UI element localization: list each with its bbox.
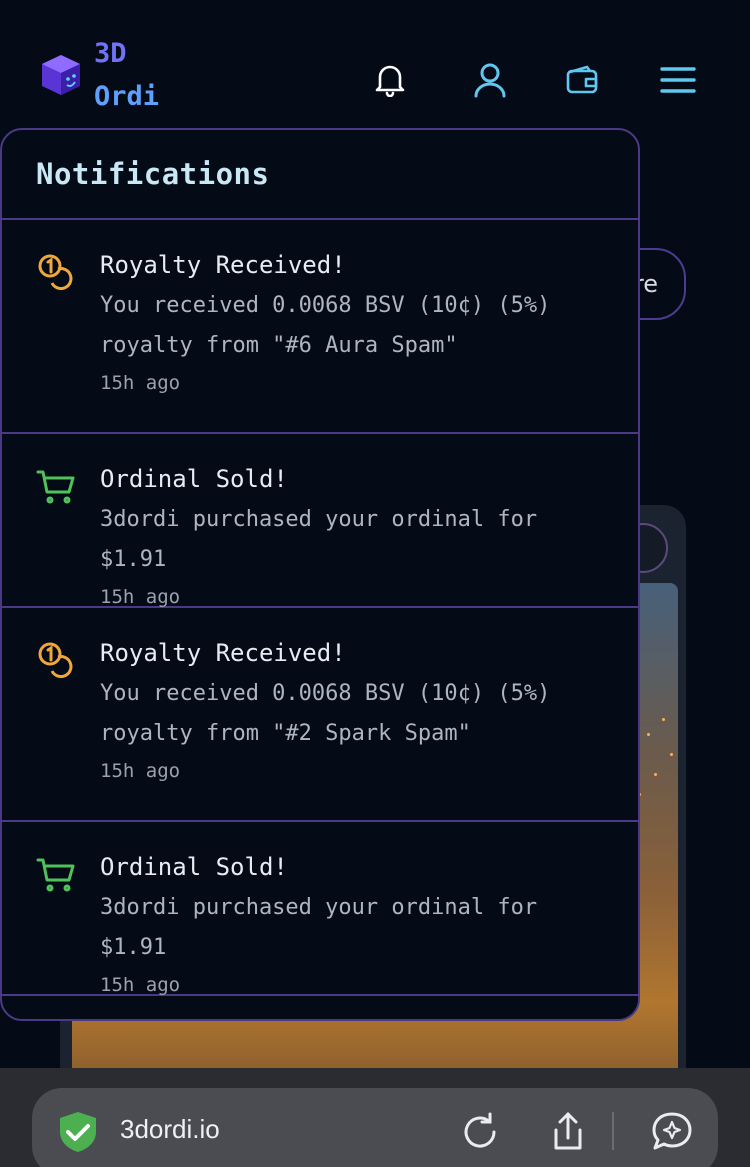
- toolbar-divider: [612, 1112, 614, 1150]
- logo-line2: Ordi: [94, 81, 160, 112]
- notification-body: 3dordi purchased your ordinal for $1.91: [100, 507, 538, 572]
- notification-time: 15h ago: [100, 586, 181, 608]
- share-icon[interactable]: [546, 1110, 590, 1154]
- notification-body: You received 0.0068 BSV (10¢) (5%) royal…: [100, 681, 551, 746]
- url-bar[interactable]: 3dordi.io: [32, 1088, 718, 1167]
- notification-time: 15h ago: [100, 974, 181, 996]
- notification-item[interactable]: Royalty Received! You received 0.0068 BS…: [2, 608, 638, 822]
- notifications-title: Notifications: [2, 130, 638, 220]
- notification-title: Royalty Received!: [100, 251, 346, 279]
- coins-icon: [38, 642, 73, 679]
- shield-check-icon: [60, 1112, 96, 1152]
- notification-item[interactable]: Ordinal Sold! 3dordi purchased your ordi…: [2, 822, 638, 996]
- wallet-icon[interactable]: [560, 58, 604, 102]
- logo-line1: 3D: [94, 38, 127, 69]
- notification-body: 3dordi purchased your ordinal for $1.91: [100, 895, 538, 960]
- logo-text: 3D Ordi: [94, 32, 159, 118]
- notification-title: Ordinal Sold!: [100, 853, 288, 881]
- reload-icon[interactable]: [458, 1110, 502, 1154]
- bell-icon[interactable]: [368, 58, 412, 102]
- notification-item[interactable]: Ordinal Sold! 3dordi purchased your ordi…: [2, 434, 638, 608]
- top-header: 3D Ordi: [0, 0, 750, 130]
- cart-icon: [36, 470, 75, 504]
- menu-icon[interactable]: [656, 58, 700, 102]
- logo[interactable]: 3D Ordi: [38, 32, 159, 118]
- assistant-icon[interactable]: [650, 1110, 694, 1154]
- notifications-panel: Notifications Royalty Received! You rece…: [0, 128, 640, 1021]
- notification-body: You received 0.0068 BSV (10¢) (5%) royal…: [100, 293, 551, 358]
- coins-icon: [38, 254, 73, 291]
- notification-title: Royalty Received!: [100, 639, 346, 667]
- user-icon[interactable]: [468, 58, 512, 102]
- cart-icon: [36, 858, 75, 892]
- notification-time: 15h ago: [100, 760, 181, 782]
- notification-time: 15h ago: [100, 372, 181, 394]
- cube-logo-icon: [42, 55, 80, 95]
- url-text[interactable]: 3dordi.io: [120, 1114, 220, 1145]
- browser-toolbar: 3dordi.io: [0, 1068, 750, 1167]
- notification-item[interactable]: Royalty Received! You received 0.0068 BS…: [2, 220, 638, 434]
- notification-title: Ordinal Sold!: [100, 465, 288, 493]
